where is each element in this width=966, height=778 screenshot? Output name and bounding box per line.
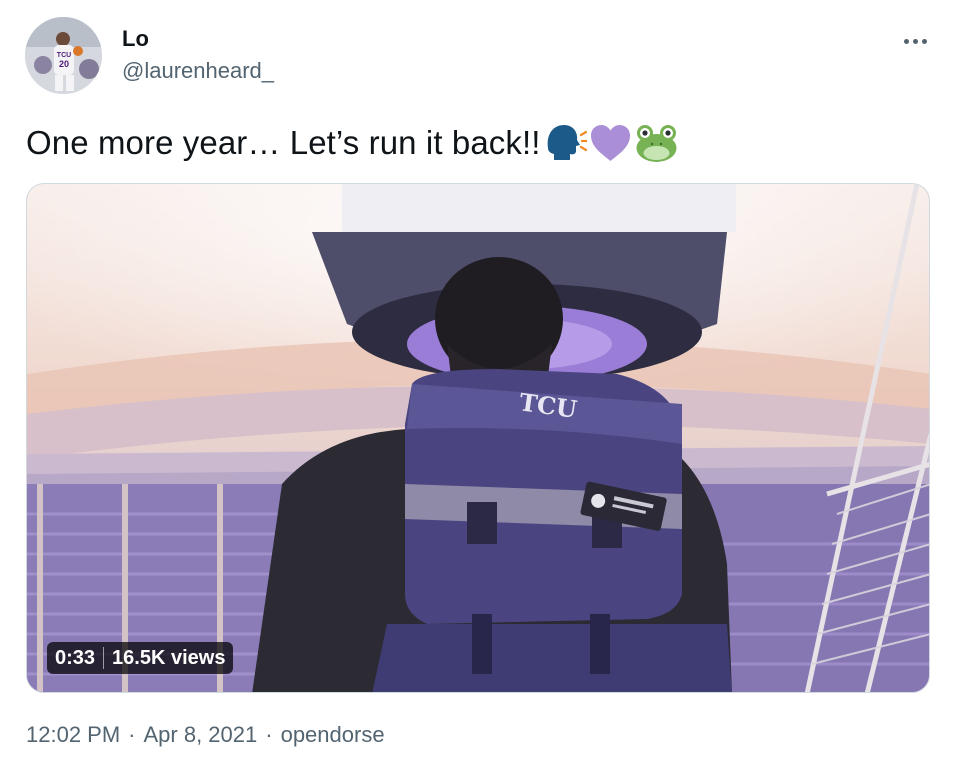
video-duration: 0:33: [55, 646, 96, 669]
tweet-text: One more year… Let’s run it back!!: [26, 120, 679, 165]
more-dot-icon: [912, 38, 918, 44]
meta-separator: ·: [128, 722, 136, 747]
frog-face-icon: [634, 120, 679, 165]
tweet-time-link[interactable]: 12:02 PM: [26, 722, 120, 748]
avatar-jersey-number: 20: [59, 59, 69, 69]
speaking-head-icon: [542, 120, 587, 165]
meta-separator: ·: [265, 722, 273, 747]
more-dot-icon: [903, 38, 909, 44]
avatar-jersey-text: TCU: [57, 52, 71, 59]
video-player[interactable]: TCU 0:33 16.5K views: [26, 183, 930, 693]
tweet-meta: 12:02 PM · Apr 8, 2021 · opendorse: [26, 722, 385, 748]
display-name[interactable]: Lo: [122, 26, 149, 52]
tweet-text-content: One more year… Let’s run it back!!: [26, 123, 541, 161]
video-info-badge: 0:33 16.5K views: [47, 642, 234, 674]
more-dot-icon: [921, 38, 927, 44]
video-views: 16.5K views: [112, 646, 226, 669]
tweet-date-link[interactable]: Apr 8, 2021: [144, 722, 258, 748]
avatar[interactable]: TCU 20: [25, 17, 102, 94]
purple-heart-icon: [588, 120, 633, 165]
tweet-source-link[interactable]: opendorse: [281, 722, 385, 748]
video-thumbnail: TCU: [27, 184, 929, 692]
handle[interactable]: @laurenheard_: [122, 58, 274, 84]
tweet: TCU 20 Lo @laurenheard_ One more year… L…: [0, 0, 966, 778]
more-options-button[interactable]: [892, 26, 938, 56]
